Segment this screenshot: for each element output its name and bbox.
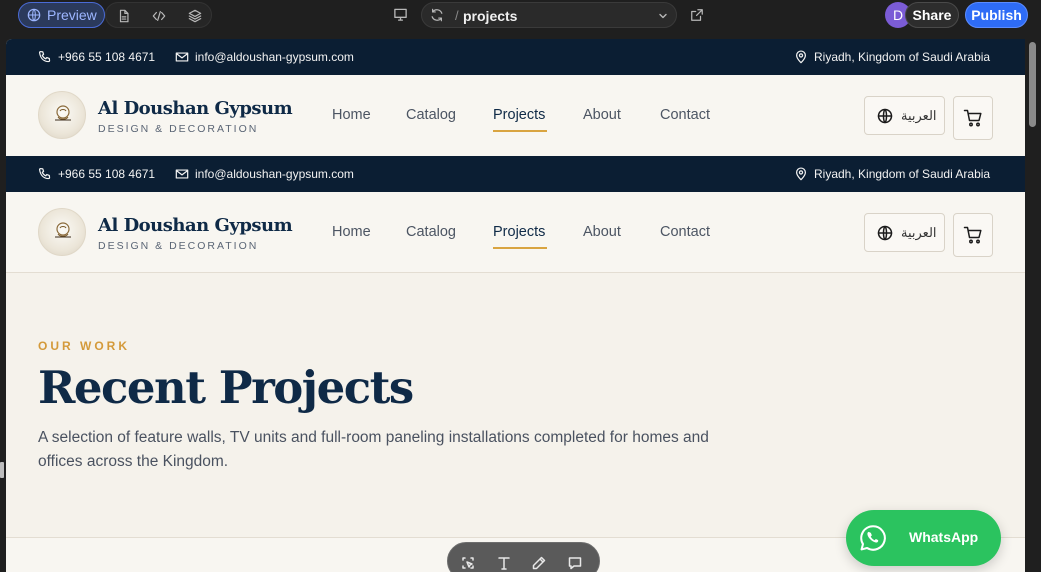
whatsapp-button[interactable]: WhatsApp: [846, 510, 1001, 566]
url-path[interactable]: projects: [463, 8, 517, 24]
brand-logo[interactable]: [38, 91, 86, 139]
location-text: Riyadh, Kingdom of Saudi Arabia: [814, 167, 991, 181]
share-button[interactable]: Share: [905, 2, 959, 28]
resize-handle[interactable]: [0, 462, 4, 478]
nav-home[interactable]: Home: [332, 107, 371, 123]
cart-icon: [963, 109, 982, 127]
whatsapp-icon: [860, 525, 886, 551]
preview-label: Preview: [47, 7, 97, 23]
nav-home[interactable]: Home: [332, 224, 371, 240]
nav-contact[interactable]: Contact: [660, 224, 710, 240]
cart-button[interactable]: [953, 96, 993, 140]
map-pin-icon: [796, 167, 806, 181]
scrollbar-thumb[interactable]: [1029, 42, 1036, 127]
view-tools: [105, 2, 212, 28]
site-navbar-sticky: Al Doushan Gypsum DESIGN & DECORATION Ho…: [6, 192, 1025, 273]
logo-emblem-icon: [55, 105, 71, 121]
topbar-location: Riyadh, Kingdom of Saudi Arabia: [794, 50, 990, 64]
monitor-icon[interactable]: [393, 7, 408, 22]
layers-icon[interactable]: [188, 9, 202, 23]
language-toggle[interactable]: العربية: [864, 213, 945, 252]
logo-emblem-icon: [55, 222, 71, 238]
contact-topbar-sticky: +966 55 108 4671 info@aldoushan-gypsum.c…: [6, 156, 1025, 192]
location-text: Riyadh, Kingdom of Saudi Arabia: [814, 50, 991, 64]
site-navbar: Al Doushan Gypsum DESIGN & DECORATION Ho…: [6, 75, 1025, 156]
mail-icon: [175, 169, 189, 179]
map-pin-icon: [796, 50, 806, 64]
email-text: info@aldoushan-gypsum.com: [195, 167, 354, 181]
brand-tagline: DESIGN & DECORATION: [98, 123, 259, 135]
language-toggle[interactable]: العربية: [864, 96, 945, 135]
brand-name[interactable]: Al Doushan Gypsum: [98, 98, 293, 119]
url-slash: /: [455, 8, 459, 23]
code-icon[interactable]: [152, 9, 166, 23]
mail-icon: [175, 52, 189, 62]
file-icon[interactable]: [117, 9, 131, 23]
editor-toolbar: Preview / projects D Share Publish: [0, 0, 1041, 31]
brand-tagline: DESIGN & DECORATION: [98, 240, 259, 252]
language-label: العربية: [901, 224, 937, 240]
comment-icon[interactable]: [567, 555, 583, 571]
topbar-email[interactable]: info@aldoushan-gypsum.com: [175, 50, 354, 64]
nav-contact[interactable]: Contact: [660, 107, 710, 123]
topbar-phone[interactable]: +966 55 108 4671: [38, 50, 155, 64]
cart-icon: [963, 226, 982, 244]
hero-subtitle: A selection of feature walls, TV units a…: [38, 429, 709, 470]
text-icon[interactable]: [496, 555, 512, 571]
globe-icon: [877, 108, 893, 123]
select-icon[interactable]: [460, 555, 476, 571]
nav-active-indicator: [493, 130, 547, 132]
nav-catalog[interactable]: Catalog: [406, 224, 456, 240]
brand-name[interactable]: Al Doushan Gypsum: [98, 215, 293, 236]
phone-icon: [38, 167, 51, 180]
globe-icon: [877, 225, 893, 240]
cart-button[interactable]: [953, 213, 993, 257]
preview-frame: +966 55 108 4671 info@aldoushan-gypsum.c…: [6, 39, 1025, 572]
nav-projects[interactable]: Projects: [493, 107, 545, 123]
email-text: info@aldoushan-gypsum.com: [195, 50, 354, 64]
language-label: العربية: [901, 107, 937, 123]
topbar-email[interactable]: info@aldoushan-gypsum.com: [175, 167, 354, 181]
phone-text: +966 55 108 4671: [58, 50, 156, 64]
nav-active-indicator: [493, 247, 547, 249]
contact-topbar: +966 55 108 4671 info@aldoushan-gypsum.c…: [6, 39, 1025, 75]
nav-catalog[interactable]: Catalog: [406, 107, 456, 123]
phone-text: +966 55 108 4671: [58, 167, 156, 181]
refresh-icon[interactable]: [430, 8, 444, 22]
publish-button[interactable]: Publish: [965, 2, 1028, 28]
nav-about[interactable]: About: [583, 107, 621, 123]
external-link-icon[interactable]: [690, 8, 704, 22]
preview-button[interactable]: Preview: [18, 2, 105, 28]
edit-toolbar: [447, 542, 600, 572]
topbar-phone[interactable]: +966 55 108 4671: [38, 167, 155, 181]
nav-about[interactable]: About: [583, 224, 621, 240]
pencil-icon[interactable]: [531, 555, 547, 571]
hero-eyebrow: OUR WORK: [38, 339, 130, 353]
brand-logo[interactable]: [38, 208, 86, 256]
globe-icon: [27, 8, 41, 22]
nav-projects[interactable]: Projects: [493, 224, 545, 240]
topbar-location: Riyadh, Kingdom of Saudi Arabia: [794, 167, 990, 181]
chevron-down-icon[interactable]: [658, 11, 668, 21]
url-bar[interactable]: / projects: [421, 2, 677, 28]
projects-hero: OUR WORK Recent Projects A selection of …: [6, 273, 1025, 537]
page-title: Recent Projects: [38, 361, 414, 414]
whatsapp-label: WhatsApp: [909, 529, 979, 545]
phone-icon: [38, 50, 51, 63]
